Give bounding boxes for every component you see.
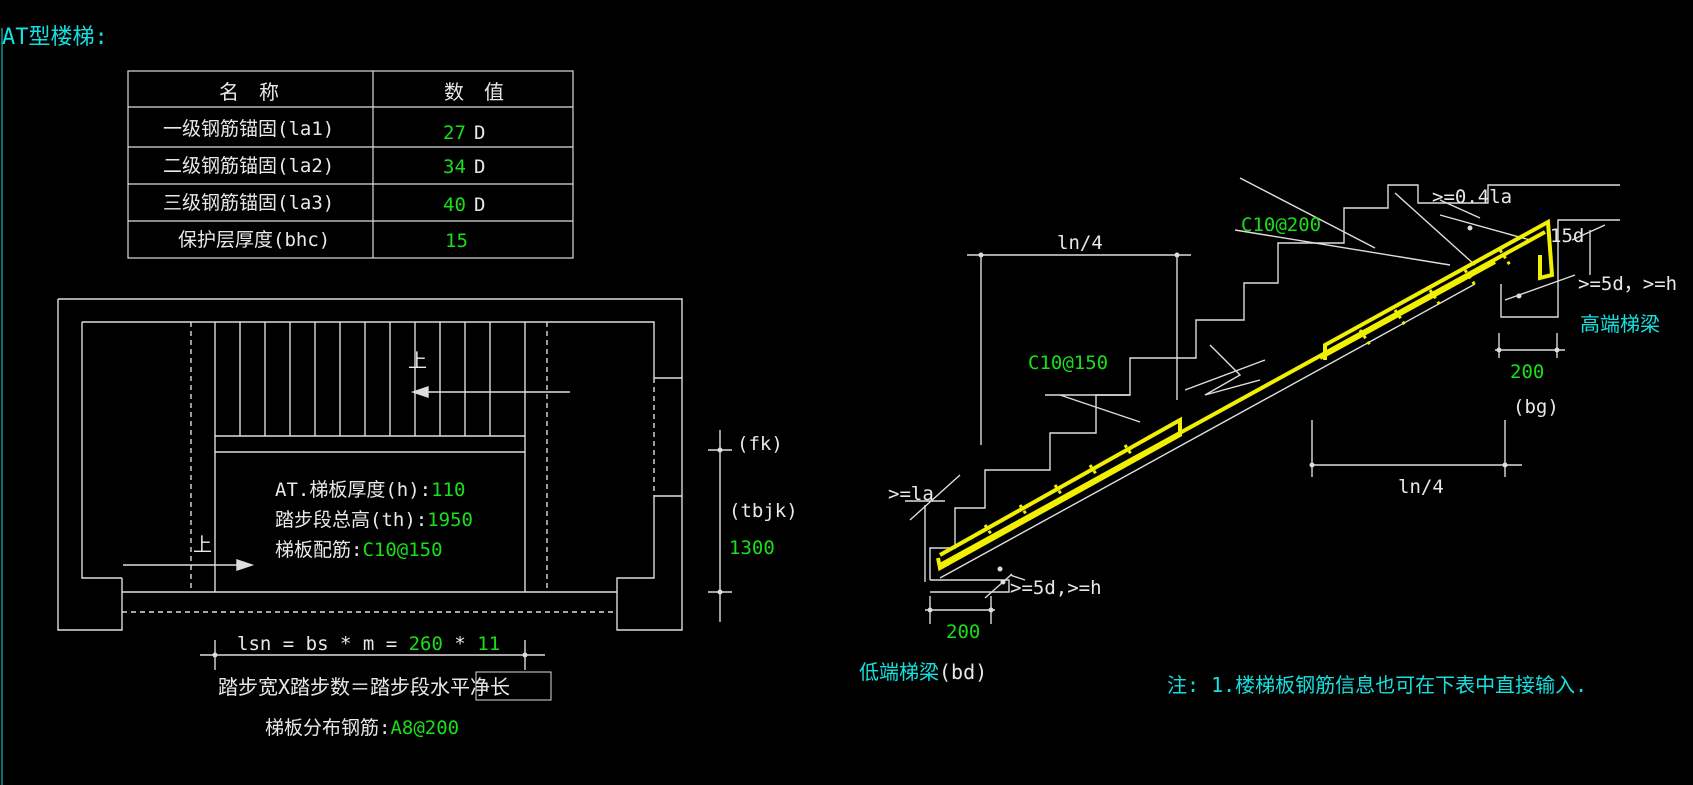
table-header-name: 名 称 bbox=[219, 80, 279, 104]
ln4-bottom-label: ln/4 bbox=[1398, 476, 1444, 498]
table-row-unit: D bbox=[474, 122, 486, 144]
dist-value[interactable]: A8@200 bbox=[390, 717, 459, 739]
width-value[interactable]: 1300 bbox=[729, 537, 775, 559]
fk-label: (fk) bbox=[737, 433, 783, 455]
table-row-name: 二级钢筋锚固(la2) bbox=[163, 155, 335, 177]
table-row-value[interactable]: 15 bbox=[445, 230, 468, 252]
m-value[interactable]: 11 bbox=[477, 633, 500, 655]
tbjk-label: (tbjk) bbox=[729, 500, 798, 522]
table-header-value: 数 值 bbox=[444, 80, 504, 104]
table-row-value[interactable]: 27 bbox=[443, 122, 466, 144]
15d-label: 15d bbox=[1550, 225, 1585, 247]
ln4-top-label: ln/4 bbox=[1057, 232, 1103, 254]
height-value[interactable]: 1950 bbox=[427, 509, 473, 531]
table-row-unit: D bbox=[474, 194, 486, 216]
table-row-name: 三级钢筋锚固(la3) bbox=[163, 192, 335, 214]
height-label: 踏步段总高(th): bbox=[275, 509, 428, 531]
up-arrow-label: 上 bbox=[193, 534, 213, 556]
thickness-value[interactable]: 110 bbox=[431, 479, 465, 501]
note-text: 注: 1.楼梯板钢筋信息也可在下表中直接输入. bbox=[1167, 673, 1588, 697]
lsn-label: lsn = bs * m = bbox=[237, 633, 398, 655]
bs-value[interactable]: 260 bbox=[409, 633, 443, 655]
times-sign: * bbox=[454, 633, 466, 655]
up-arrow-label: 上 bbox=[408, 350, 428, 372]
formula-text: 踏步宽X踏步数＝踏步段水平净长 bbox=[218, 675, 511, 699]
low-beam-caption: 低端梯梁(bd) bbox=[859, 656, 987, 685]
dim-200-bottom[interactable]: 200 bbox=[946, 621, 980, 643]
ge-04la-label: >=0.4la bbox=[1432, 186, 1513, 208]
table-row-value[interactable]: 40 bbox=[443, 194, 466, 216]
rebar-value[interactable]: C10@150 bbox=[362, 539, 442, 561]
table-row-name: 一级钢筋锚固(la1) bbox=[163, 118, 335, 140]
page-title: AT型楼梯: bbox=[2, 25, 108, 50]
dist-label: 梯板分布钢筋: bbox=[265, 717, 391, 739]
table-row-value[interactable]: 34 bbox=[443, 156, 466, 178]
rebar-lines bbox=[936, 218, 1555, 572]
table-row-unit: D bbox=[474, 156, 486, 178]
bd-label: (bd) bbox=[939, 660, 988, 684]
high-beam-label: 高端梯梁 bbox=[1580, 312, 1660, 336]
dim-200-top[interactable]: 200 bbox=[1510, 361, 1544, 383]
rebar-label: 梯板配筋: bbox=[275, 539, 363, 561]
ge-la-label: >=la bbox=[888, 483, 934, 505]
distribution-rebar: 梯板分布钢筋:A8@200 bbox=[265, 713, 459, 740]
table-row-name: 保护层厚度(bhc) bbox=[178, 229, 331, 251]
thickness-label: AT.梯板厚度(h): bbox=[275, 479, 432, 501]
c10-150-label[interactable]: C10@150 bbox=[1028, 352, 1108, 374]
lsn-formula: lsn = bs * m = 260 * 11 bbox=[237, 633, 500, 655]
c10-200-label[interactable]: C10@200 bbox=[1241, 214, 1321, 236]
bg-label: (bg) bbox=[1513, 396, 1559, 418]
plan-parameters: AT.梯板厚度(h):110 踏步段总高(th):1950 梯板配筋:C10@1… bbox=[275, 475, 473, 565]
ge-5d-h-top-label: >=5d，>=h bbox=[1578, 273, 1678, 295]
ge-5d-h-bottom-label: >=5d,>=h bbox=[1010, 577, 1102, 599]
low-beam-label: 低端梯梁 bbox=[859, 660, 939, 684]
